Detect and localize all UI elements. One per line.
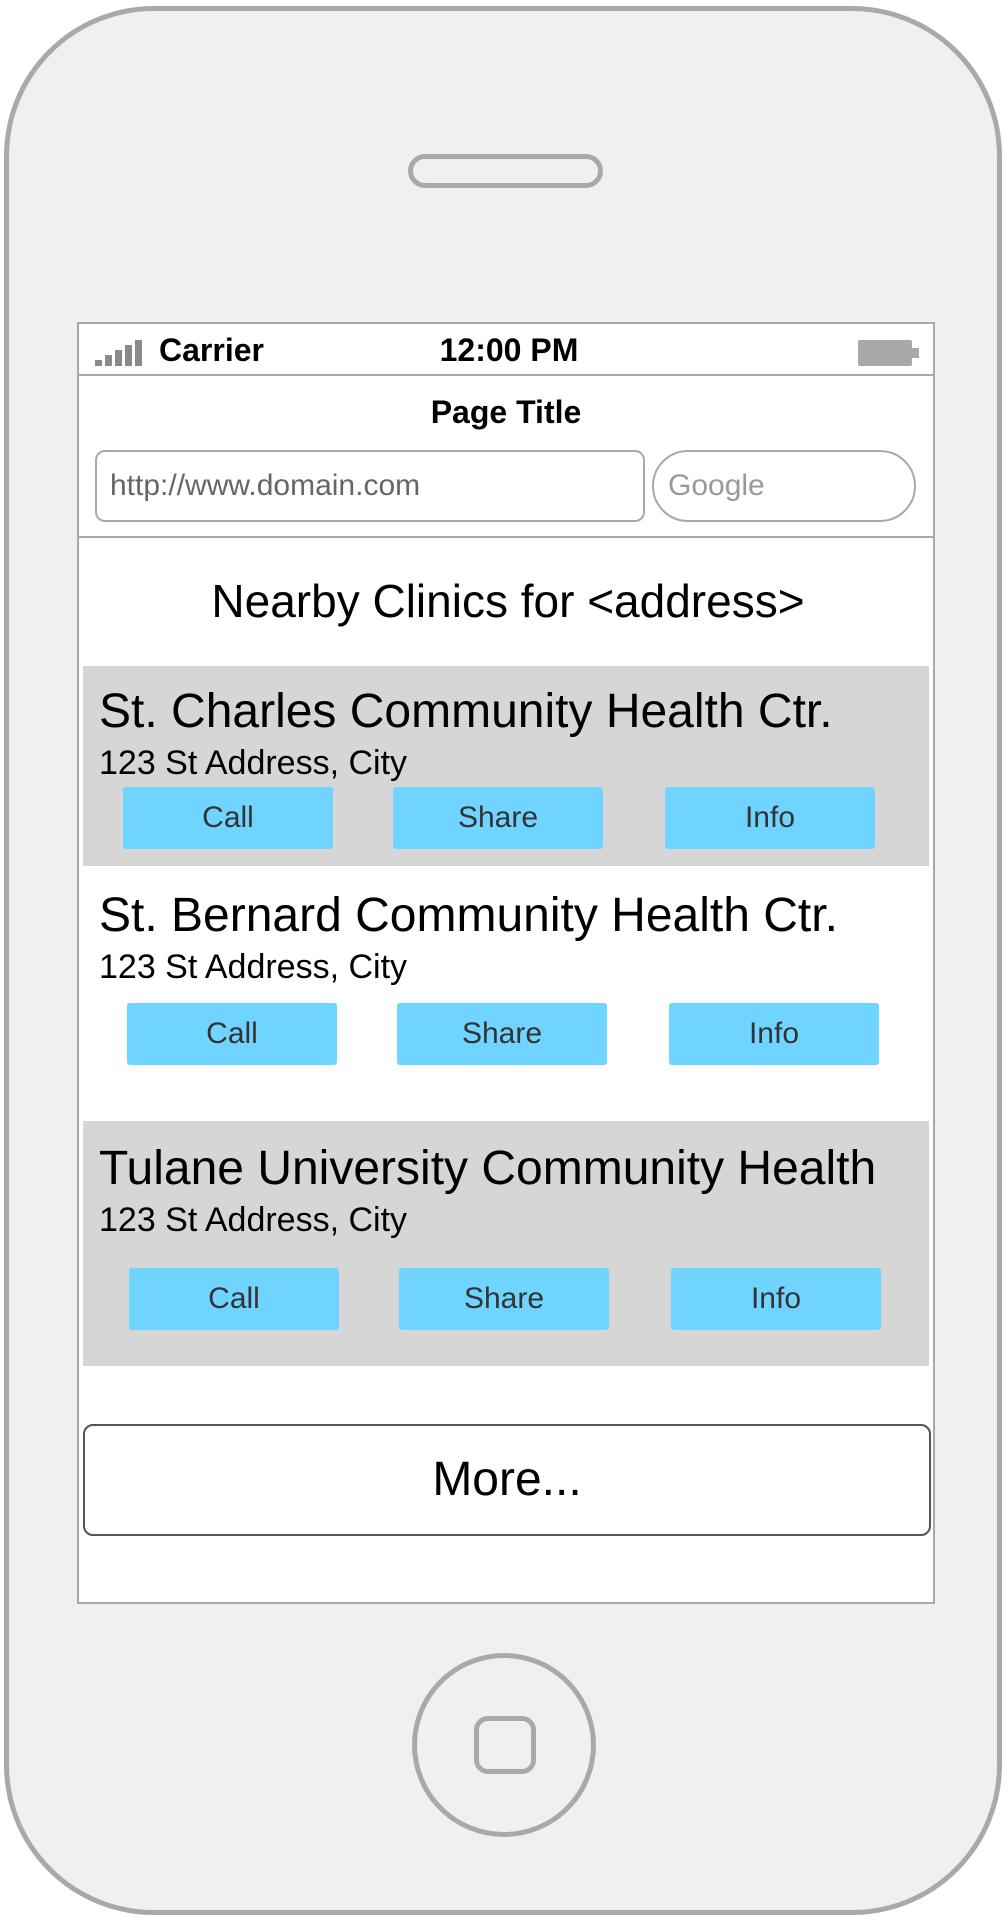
browser-nav: Page Title http://www.domain.com Google [79,376,933,538]
info-button[interactable]: Info [671,1268,881,1330]
info-button[interactable]: Info [665,787,875,849]
clinic-address: 123 St Address, City [99,744,408,782]
clinic-address: 123 St Address, City [99,1201,408,1239]
battery-icon [858,340,919,366]
page-title: Page Title [430,394,582,430]
clinic-name: St. Charles Community Health Ctr. [99,685,833,738]
share-button[interactable]: Share [399,1268,609,1330]
share-button[interactable]: Share [397,1003,607,1065]
call-button[interactable]: Call [123,787,333,849]
call-button[interactable]: Call [129,1268,339,1330]
more-button[interactable]: More... [83,1424,931,1536]
info-button[interactable]: Info [669,1003,879,1065]
url-input[interactable]: http://www.domain.com [95,450,645,522]
clinic-item: St. Charles Community Health Ctr. 123 St… [83,666,929,866]
status-bar: Carrier 12:00 PM [79,324,933,376]
clinic-item: St. Bernard Community Health Ctr. 123 St… [83,866,929,1116]
clinic-name: St. Bernard Community Health Ctr. [99,889,838,942]
clinic-address: 123 St Address, City [99,948,408,986]
call-button[interactable]: Call [127,1003,337,1065]
clinic-name: Tulane University Community Health [99,1142,877,1195]
share-button[interactable]: Share [393,787,603,849]
clinic-item: Tulane University Community Health 123 S… [83,1121,929,1366]
phone-screen: Carrier 12:00 PM Page Title http://www.d… [77,322,935,1604]
home-square-icon [474,1716,536,1774]
status-time: 12:00 PM [439,332,579,368]
search-input[interactable]: Google [652,450,916,522]
speaker-slot [408,154,603,188]
clinics-heading: Nearby Clinics for <address> [211,575,805,627]
